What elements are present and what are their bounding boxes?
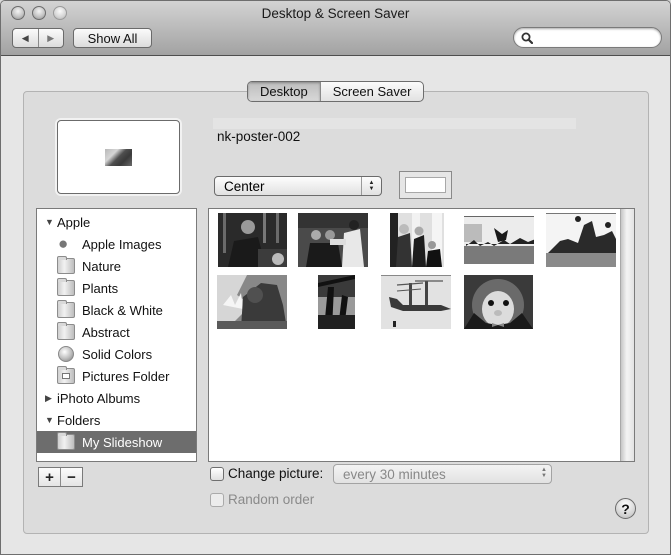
title-bar: Desktop & Screen Saver ◀ ▶ Show All [1,1,670,56]
grid-scrollbar[interactable] [620,209,634,461]
thumbnail-image[interactable] [381,275,451,329]
back-button[interactable]: ◀ [13,29,38,47]
window-title: Desktop & Screen Saver [261,6,410,21]
list-item-nature[interactable]: Nature [37,255,196,277]
list-item-plants[interactable]: Plants [37,277,196,299]
background-color-well[interactable] [399,171,452,199]
search-field[interactable] [513,27,662,48]
back-forward-control: ◀ ▶ [12,28,64,48]
thumbnail-image[interactable] [218,213,287,267]
thumbnail-image[interactable] [298,213,368,267]
add-folder-button[interactable]: + [39,468,60,486]
random-order-checkbox[interactable] [210,493,224,507]
remove-folder-button[interactable]: − [60,468,82,486]
list-item-label: Apple Images [82,236,162,252]
group-apple[interactable]: ▼ Apple [37,211,196,233]
search-input[interactable] [536,30,654,45]
thumbnail-image[interactable] [318,275,355,329]
forward-button[interactable]: ▶ [37,29,64,47]
select-arrows-icon: ▲ ▼ [541,467,547,479]
tab-control: Desktop Screen Saver [247,81,425,102]
group-label: iPhoto Albums [57,390,141,406]
tab-screen-saver[interactable]: Screen Saver [319,82,424,101]
desktop-preview [57,120,180,194]
folder-icon [56,322,76,341]
thumbnail-image[interactable] [390,213,444,267]
list-item-pictures-folder[interactable]: Pictures Folder [37,365,196,387]
group-label: Folders [57,412,101,428]
thumbnail-image[interactable] [546,213,616,267]
list-item-label: Nature [82,258,122,274]
tab-desktop[interactable]: Desktop [248,82,320,101]
show-all-button[interactable]: Show All [73,28,152,48]
random-order-label: Random order [228,492,315,507]
globe-icon [56,345,76,363]
placement-value: Center [224,179,265,194]
image-name-bar [213,118,576,129]
color-swatch [405,177,446,193]
list-item-abstract[interactable]: Abstract [37,321,196,343]
interval-value: every 30 minutes [343,467,446,482]
folder-icon [56,300,76,319]
apple-icon: ● [58,234,69,253]
image-grid [208,208,635,462]
folder-icon [56,432,76,451]
change-picture-label: Change picture: [228,466,324,481]
folder-icon [56,256,76,275]
thumbnail-image[interactable] [464,216,534,264]
placement-select[interactable]: Center ▲ ▼ [214,176,382,196]
disclosure-triangle-icon[interactable]: ▶ [45,393,57,404]
preferences-window: Desktop & Screen Saver ◀ ▶ Show All Desk… [0,0,671,555]
preview-image [105,149,132,166]
change-picture-checkbox[interactable] [210,467,224,481]
list-item-label: Abstract [82,324,130,340]
group-folders[interactable]: ▼ Folders [37,409,196,431]
disclosure-triangle-icon[interactable]: ▼ [45,217,57,227]
group-iphoto-albums[interactable]: ▶ iPhoto Albums [37,387,196,409]
pictures-folder-icon [56,366,76,385]
list-item-label: Plants [82,280,119,296]
source-list: ▼ Apple ● Apple Images Nature Plants Bla… [36,208,197,462]
current-image-name: nk-poster-002 [217,129,301,144]
thumbnail-image[interactable] [464,275,533,329]
list-item-solid-colors[interactable]: Solid Colors [37,343,196,365]
thumbnail-image[interactable] [217,275,287,329]
list-item-label: Solid Colors [82,346,153,362]
help-button[interactable]: ? [615,498,636,519]
list-item-label: Pictures Folder [82,368,170,384]
list-edit-buttons: + − [38,467,83,487]
select-arrows-icon: ▲ ▼ [361,177,381,195]
back-icon: ◀ [21,32,29,43]
search-icon [521,32,533,44]
disclosure-triangle-icon[interactable]: ▼ [45,415,57,425]
list-item-my-slideshow[interactable]: My Slideshow [37,431,196,453]
forward-icon: ▶ [47,32,55,43]
list-item-black-white[interactable]: Black & White [37,299,196,321]
list-item-label: Black & White [82,302,163,318]
list-item-label: My Slideshow [82,434,163,450]
change-interval-select[interactable]: every 30 minutes ▲ ▼ [333,464,552,484]
list-item-apple-images[interactable]: ● Apple Images [37,233,196,255]
group-label: Apple [57,214,91,230]
folder-icon [56,278,76,297]
